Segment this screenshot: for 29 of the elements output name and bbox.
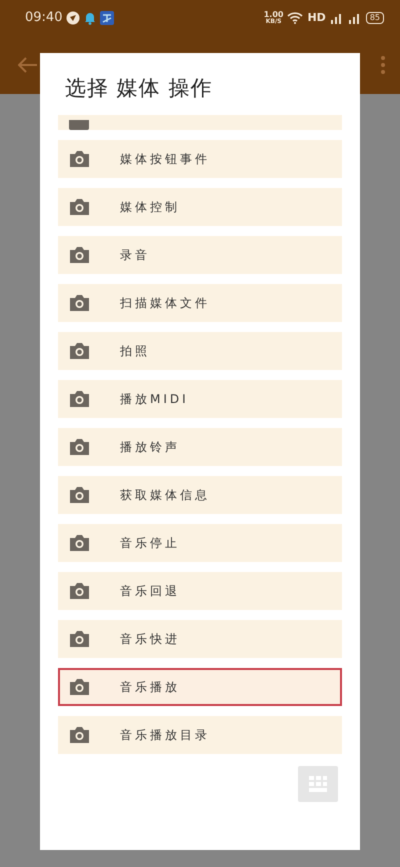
list-item[interactable]: 获取媒体信息 xyxy=(58,476,342,514)
notification-icon xyxy=(66,11,80,25)
list-item[interactable]: 音乐回退 xyxy=(58,572,342,610)
signal-icon xyxy=(348,12,362,24)
keyboard-button[interactable] xyxy=(298,766,338,802)
wifi-icon xyxy=(287,12,304,24)
clock-time: 09:40 xyxy=(25,9,62,28)
more-icon[interactable] xyxy=(380,55,386,75)
list-item[interactable]: 媒体按钮事件 xyxy=(58,140,342,178)
keyboard-icon xyxy=(307,774,329,794)
list-item[interactable]: 录音 xyxy=(58,236,342,274)
back-icon[interactable] xyxy=(18,57,38,73)
list-item[interactable]: 媒体控制 xyxy=(58,188,342,226)
list-item[interactable]: 音乐停止 xyxy=(58,524,342,562)
list-item[interactable]: 音乐播放目录 xyxy=(58,716,342,754)
network-label: HD xyxy=(307,10,326,26)
signal-icon xyxy=(330,12,344,24)
dialog-title: 选择 媒体 操作 xyxy=(64,75,214,102)
list-item[interactable]: 音乐快进 xyxy=(58,620,342,658)
network-speed: 1.00 xyxy=(264,11,284,19)
app-icon xyxy=(100,11,114,25)
list-item[interactable]: 播放铃声 xyxy=(58,428,342,466)
list-item[interactable]: 音乐播放 xyxy=(58,668,342,706)
list-item[interactable]: 拍照 xyxy=(58,332,342,370)
list-item[interactable] xyxy=(58,115,342,130)
bell-icon xyxy=(84,11,96,25)
battery-level: 85 xyxy=(366,12,384,24)
list-item[interactable]: 播放MIDI xyxy=(58,380,342,418)
list-item[interactable]: 扫描媒体文件 xyxy=(58,284,342,322)
